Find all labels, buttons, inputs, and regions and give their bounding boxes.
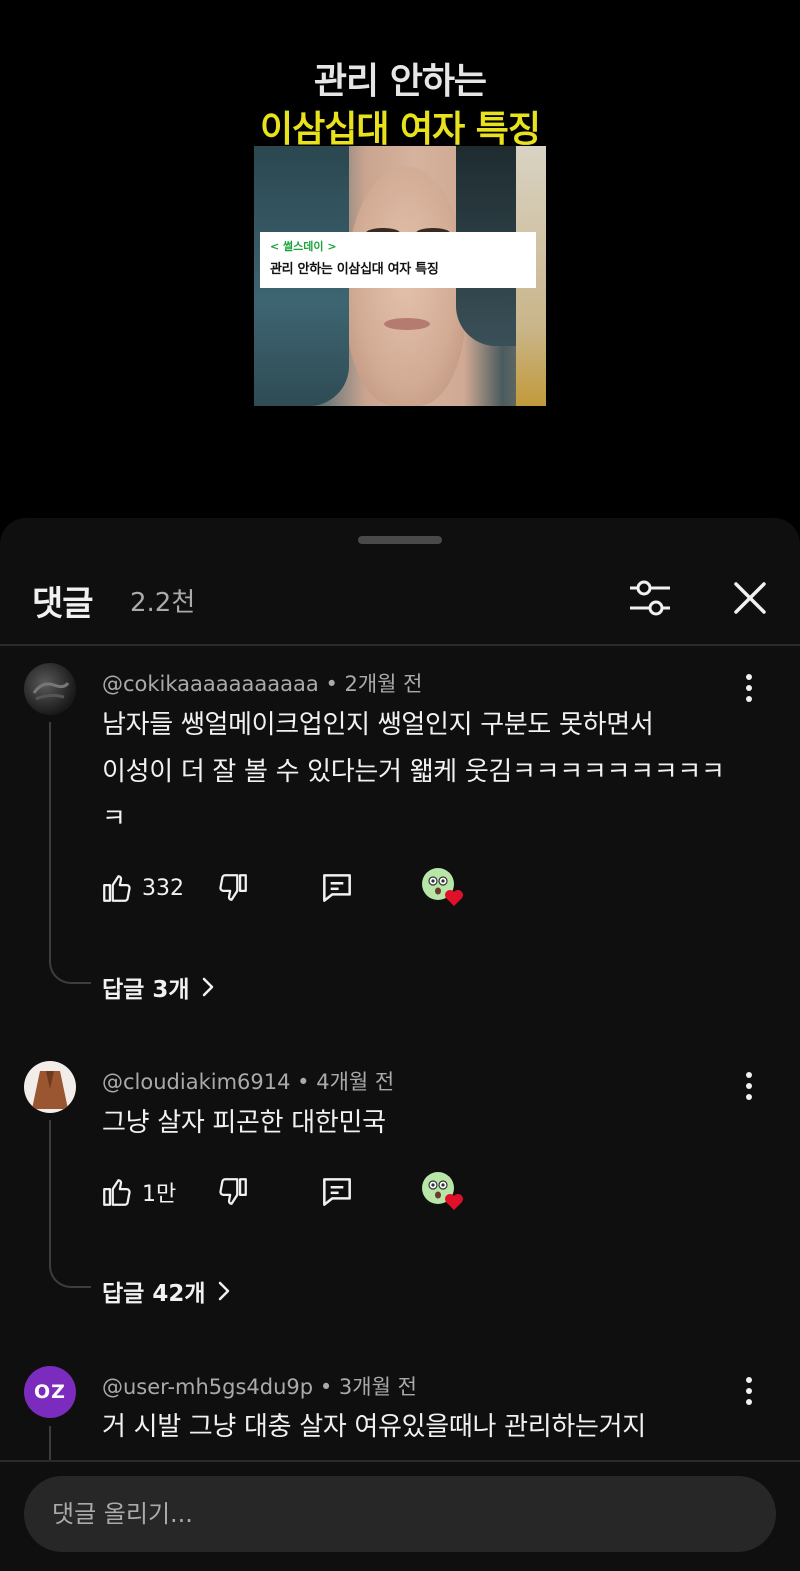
replies-count: 답글 42개 xyxy=(102,1281,206,1307)
thumb-down-icon xyxy=(219,1178,247,1205)
comment-time: 4개월 전 xyxy=(316,1070,395,1094)
comment-input-bar xyxy=(0,1462,800,1571)
thumb-down-icon xyxy=(219,874,247,901)
dislike-button[interactable] xyxy=(216,866,250,910)
video-title-line1: 관리 안하는 xyxy=(313,61,487,102)
comment-author[interactable]: @cokikaaaaaaaaaaa xyxy=(102,672,319,696)
like-button[interactable]: 1만 xyxy=(100,1170,176,1214)
comment-time: 3개월 전 xyxy=(338,1375,417,1399)
comment-actions: 332 xyxy=(100,866,500,910)
sliders-icon xyxy=(630,580,670,616)
video-thumbnail: < 썰스데이 > 관리 안하는 이삼십대 여자 특징 xyxy=(254,146,546,406)
creator-heart-badge xyxy=(420,866,466,912)
comments-count: 2.2천 xyxy=(130,588,196,618)
comment-meta: @cloudiakim6914 • 4개월 전 xyxy=(102,1070,395,1094)
chevron-right-icon xyxy=(202,977,213,997)
replies-count: 답글 3개 xyxy=(102,977,190,1003)
thumb-up-icon xyxy=(103,1179,131,1206)
avatar[interactable]: OZ xyxy=(24,1366,76,1418)
avatar-initials: OZ xyxy=(34,1381,66,1403)
comment-time: 2개월 전 xyxy=(344,672,423,696)
close-button[interactable] xyxy=(722,570,778,626)
sort-filter-button[interactable] xyxy=(622,570,678,626)
view-replies-button[interactable]: 답글 3개 xyxy=(102,970,216,1004)
header-divider xyxy=(0,644,800,646)
comment-text: 그냥 살자 피곤한 대한민국 xyxy=(102,1108,386,1138)
drag-handle[interactable] xyxy=(358,536,442,544)
avatar[interactable] xyxy=(24,663,76,715)
creator-heart-icon xyxy=(422,1172,463,1210)
comments-title: 댓글 xyxy=(32,584,94,624)
avatar[interactable] xyxy=(24,1061,76,1113)
reply-button[interactable] xyxy=(318,1170,356,1214)
comment-icon xyxy=(323,1178,351,1206)
creator-heart-badge xyxy=(420,1170,466,1216)
close-icon xyxy=(734,582,766,614)
comment-input[interactable] xyxy=(24,1476,776,1552)
comment-meta: @cokikaaaaaaaaaaa • 2개월 전 xyxy=(102,672,423,696)
video-caption-box: < 썰스데이 > 관리 안하는 이삼십대 여자 특징 xyxy=(260,232,536,288)
view-replies-button[interactable]: 답글 42개 xyxy=(102,1274,232,1308)
video-player[interactable]: 관리 안하는 이삼십대 여자 특징 < 썰스데이 > 관리 안하는 이삼십대 여… xyxy=(0,0,800,520)
thumb-up-icon xyxy=(103,875,131,902)
caption-text: 관리 안하는 이삼십대 여자 특징 xyxy=(270,262,439,277)
like-count: 332 xyxy=(142,875,184,901)
dislike-button[interactable] xyxy=(216,1170,250,1214)
creator-heart-icon xyxy=(422,868,463,906)
reply-button[interactable] xyxy=(318,866,356,910)
comment-meta: @user-mh5gs4du9p • 3개월 전 xyxy=(102,1375,417,1399)
like-button[interactable]: 332 xyxy=(100,866,184,910)
like-count: 1만 xyxy=(142,1182,177,1207)
comment-author[interactable]: @cloudiakim6914 xyxy=(102,1070,290,1094)
chevron-right-icon xyxy=(218,1281,229,1301)
comment-actions: 1만 xyxy=(100,1170,500,1214)
caption-tag: < 썰스데이 > xyxy=(270,240,337,253)
comment-text: 남자들 쌩얼메이크업인지 쌩얼인지 구분도 못하면서 이성이 더 잘 볼 수 있… xyxy=(102,710,725,834)
comments-sheet: 댓글 2.2천 @cokikaaaaaaaaaaa • 2개월 전 남자들 쌩얼… xyxy=(0,518,800,1571)
comment-author[interactable]: @user-mh5gs4du9p xyxy=(102,1375,313,1399)
comment-icon xyxy=(323,874,351,902)
video-title-line2: 이삼십대 여자 특징 xyxy=(259,109,541,150)
comment-text: 거 시발 그냥 대충 살자 여유있을때나 관리하는거지 xyxy=(102,1412,646,1442)
